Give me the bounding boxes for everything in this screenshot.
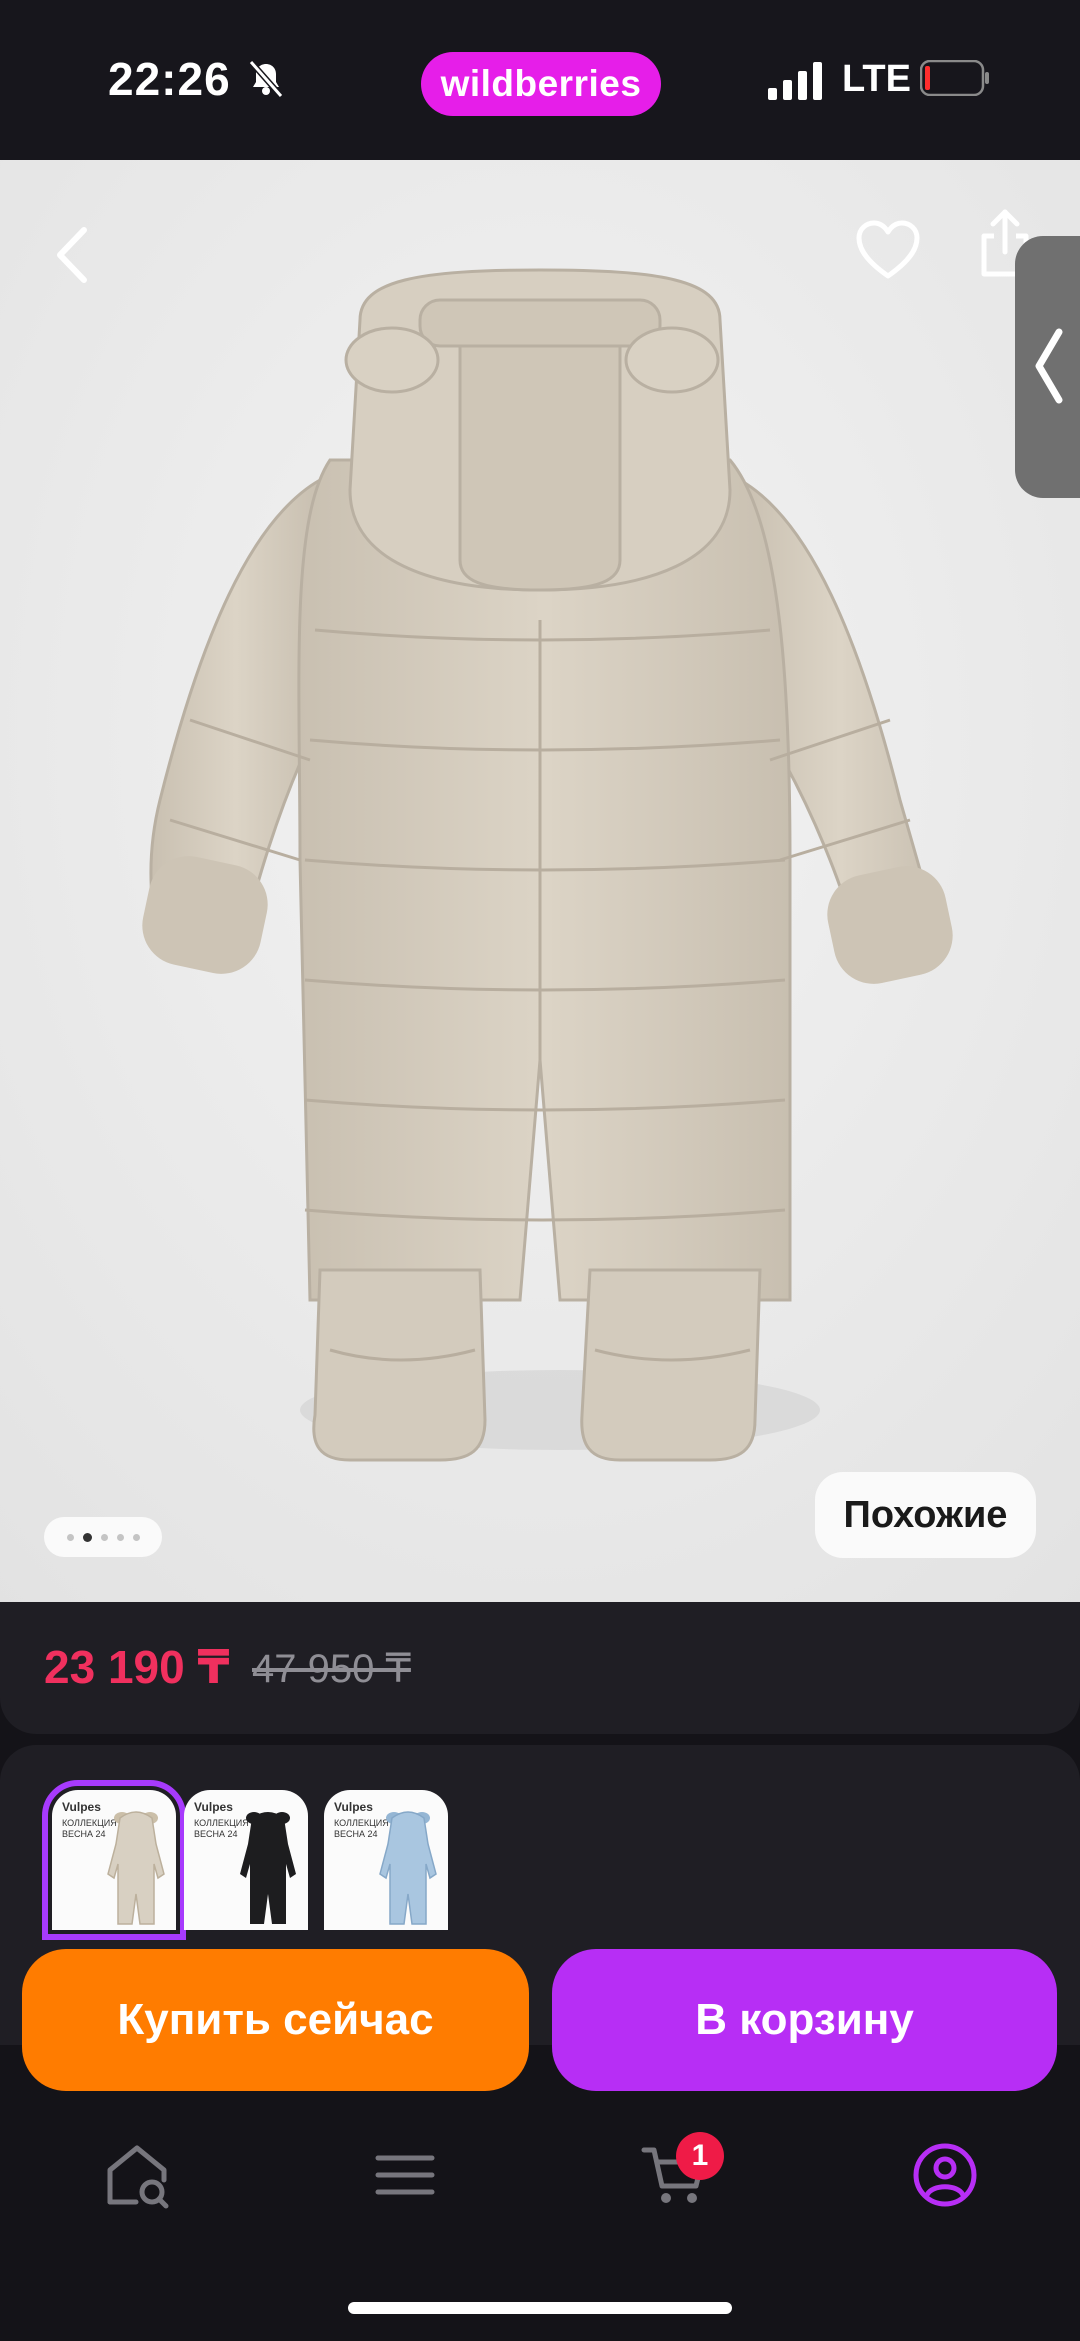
signal-icon [768,62,822,100]
status-bar: 22:26 wildberries LTE [0,0,1080,160]
chevron-left-icon [1035,328,1063,404]
battery-icon [920,60,989,96]
product-image-gallery[interactable]: Похожие [0,160,1080,1602]
pagination-dot [100,1533,108,1541]
pagination-dot-active [82,1532,92,1542]
menu-icon [375,2155,435,2195]
nav-catalog[interactable] [370,2140,440,2210]
variant-thumb-beige[interactable]: Vulpes КОЛЛЕКЦИЯ ВЕСНА 24 [42,1780,186,1940]
nav-profile[interactable] [910,2140,980,2210]
network-type: LTE [842,58,911,100]
muted-bell-icon [248,60,284,98]
brand-logo: wildberries [421,52,661,116]
back-icon[interactable] [44,218,98,292]
status-time: 22:26 [108,53,231,105]
nav-home[interactable] [102,2140,172,2210]
side-panel-handle[interactable] [1015,236,1080,498]
buy-now-button[interactable]: Купить сейчас [22,1949,529,2091]
current-price: 23 190 ₸ [44,1641,230,1693]
old-price: 47 950 ₸ [252,1647,411,1691]
pagination-dot [116,1533,124,1541]
image-pagination [44,1517,162,1557]
variant-image [240,1812,296,1924]
variant-brand: Vulpes [334,1800,373,1814]
variant-brand: Vulpes [194,1800,233,1814]
pagination-dot [132,1533,140,1541]
product-photo [0,160,1080,1602]
pagination-dot [66,1533,74,1541]
home-indicator[interactable] [348,2302,732,2314]
profile-icon [913,2143,977,2207]
variant-image [107,1811,165,1925]
variant-image [379,1811,437,1925]
add-to-cart-button[interactable]: В корзину [552,1949,1057,2091]
price-panel: 23 190 ₸ 47 950 ₸ [0,1602,1080,1734]
heart-icon[interactable] [855,220,921,282]
cart-badge: 1 [676,2132,724,2180]
similar-button[interactable]: Похожие [815,1472,1036,1558]
variant-thumb-blue[interactable]: Vulpes КОЛЛЕКЦИЯ ВЕСНА 24 [324,1790,448,1930]
home-search-icon [107,2145,169,2209]
variant-thumb-black[interactable]: Vulpes КОЛЛЕКЦИЯ ВЕСНА 24 [184,1790,308,1930]
variant-brand: Vulpes [62,1800,101,1814]
